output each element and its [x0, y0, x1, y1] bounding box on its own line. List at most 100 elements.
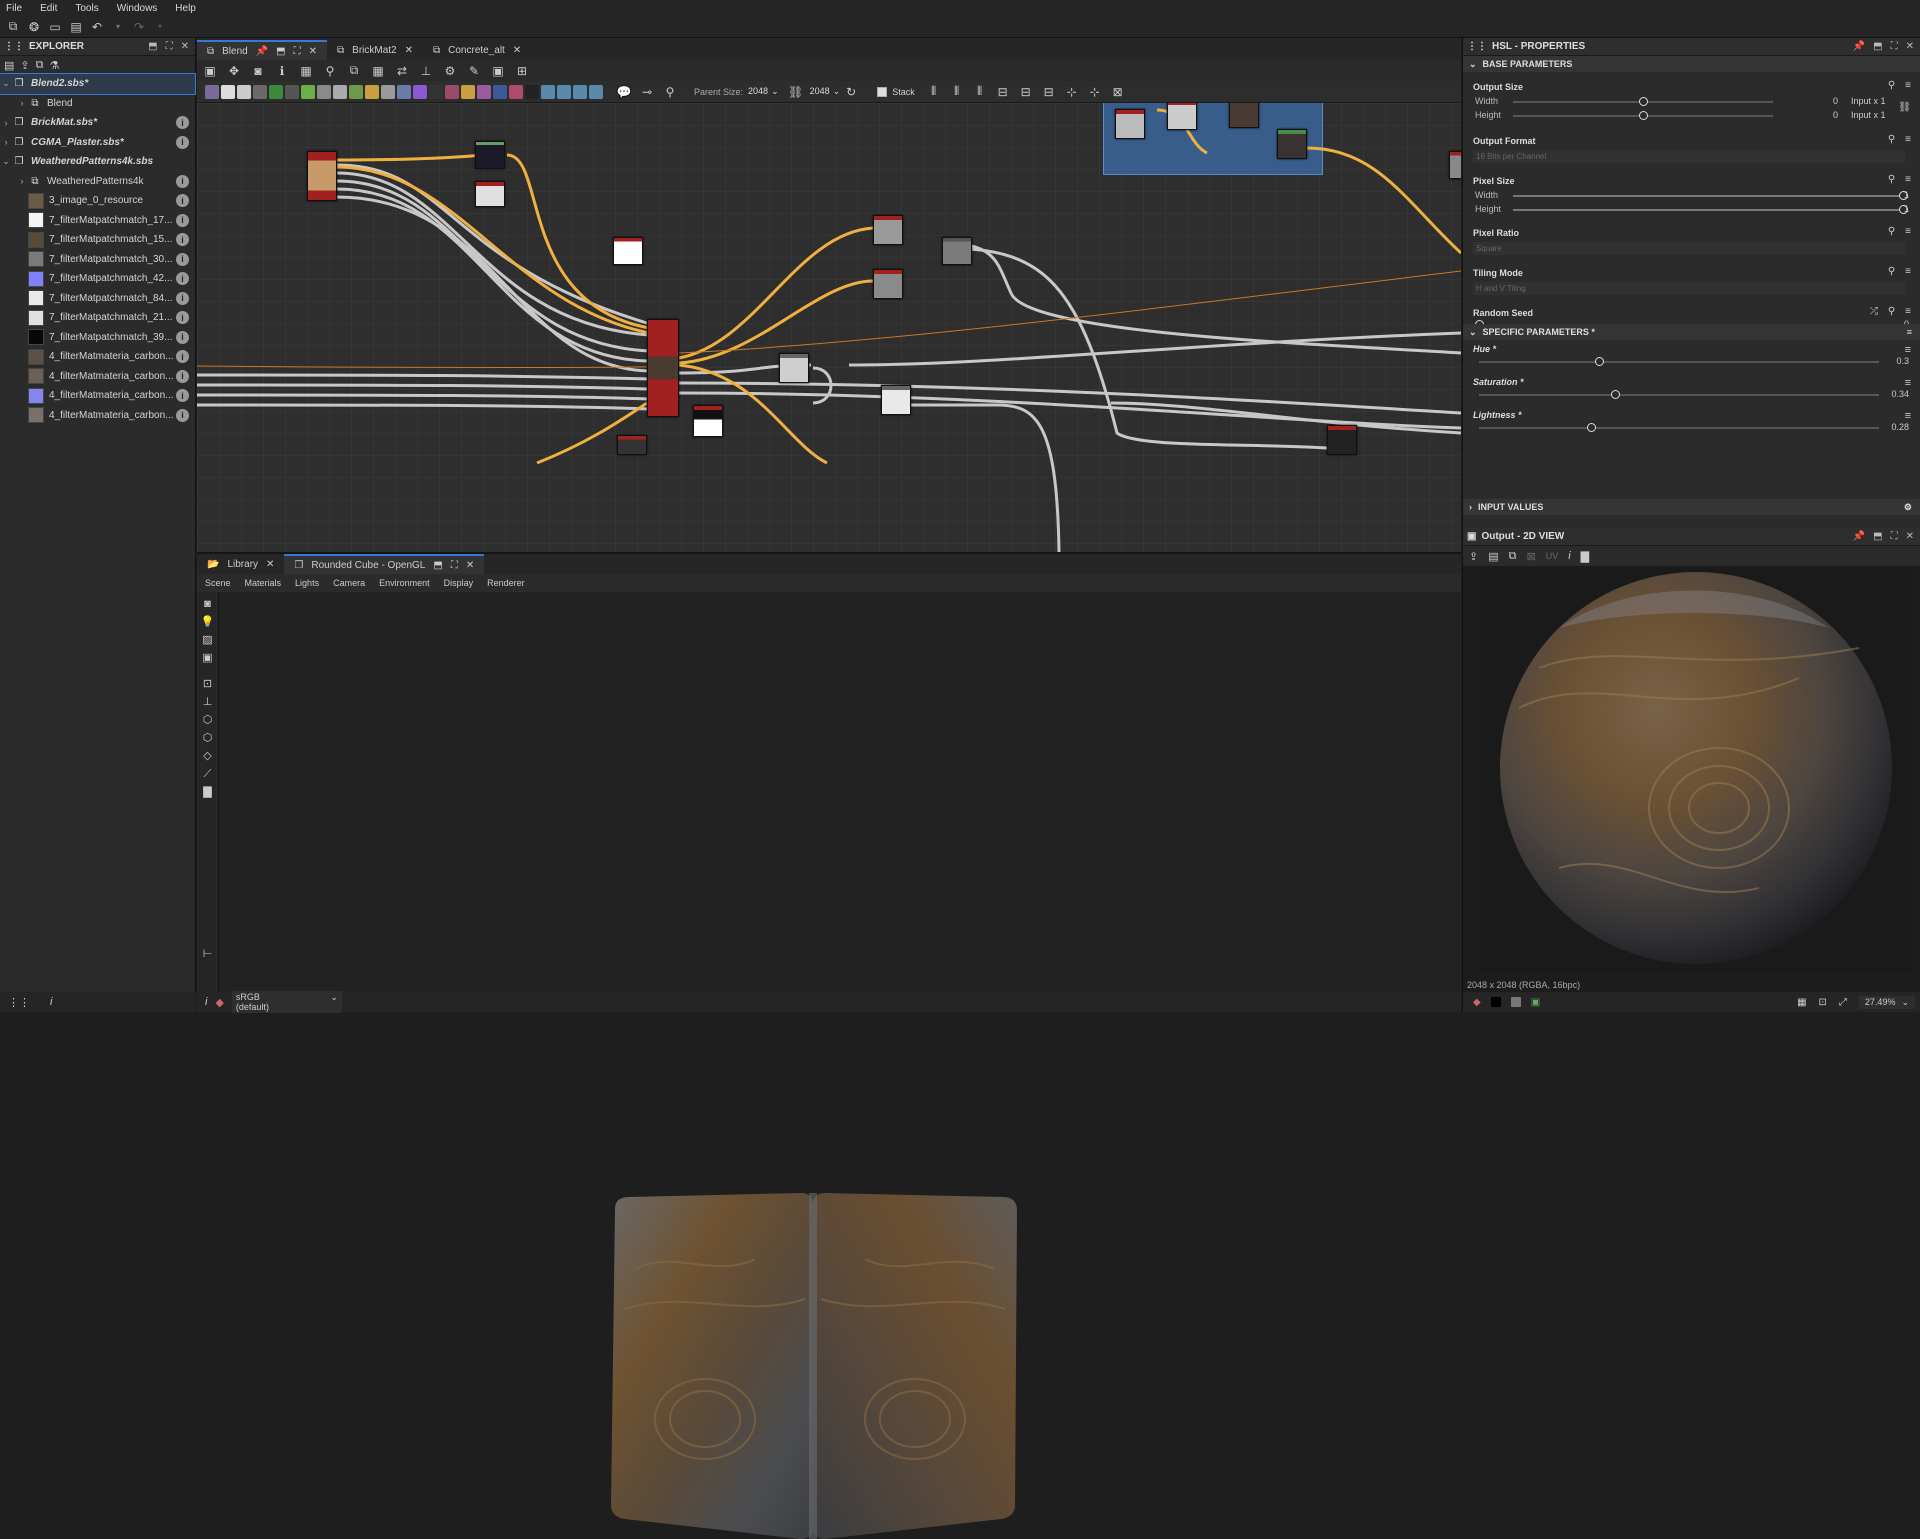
save-icon[interactable]: ▤: [67, 18, 85, 36]
output-width-mode[interactable]: Input x 1: [1843, 96, 1903, 106]
normal-icon[interactable]: [413, 84, 427, 99]
paint-icon[interactable]: [509, 84, 523, 99]
arrange-icon[interactable]: ⊹: [1086, 83, 1104, 101]
axis-gizmo-icon[interactable]: ⊢: [201, 948, 215, 960]
redo-dropdown-icon[interactable]: ▾: [151, 18, 169, 36]
menu-icon[interactable]: ≡: [1905, 410, 1911, 422]
parent-size-dropdown[interactable]: 2048 ⌄: [748, 86, 779, 97]
pin-icon[interactable]: 📌: [1853, 41, 1865, 52]
info-icon[interactable]: i: [176, 330, 189, 344]
graph-node[interactable]: [475, 181, 505, 207]
new-graph-icon[interactable]: ⧉: [36, 59, 44, 72]
menu-scene[interactable]: Scene: [205, 578, 231, 588]
graph-node[interactable]: [1277, 129, 1307, 159]
hsl-node-icon[interactable]: [365, 84, 379, 99]
histogram-icon[interactable]: ▇: [1581, 550, 1589, 563]
menu-icon[interactable]: ≡: [1905, 266, 1911, 277]
input-values-section[interactable]: › INPUT VALUES ⚙: [1463, 499, 1920, 515]
tree-item[interactable]: 7_filterMatpatchmatch_15... i: [0, 230, 195, 250]
menu-lights[interactable]: Lights: [295, 578, 319, 588]
frame-icon[interactable]: ▣: [201, 62, 219, 80]
open-folder-icon[interactable]: ▭: [46, 18, 64, 36]
tree-item[interactable]: 7_filterMatpatchmatch_39... i: [0, 328, 195, 348]
menu-icon[interactable]: ≡: [1907, 327, 1912, 337]
menu-tools[interactable]: Tools: [75, 3, 98, 14]
menu-edit[interactable]: Edit: [40, 3, 57, 14]
transform-node-icon[interactable]: [285, 84, 299, 99]
menu-icon[interactable]: ≡: [1905, 174, 1911, 185]
tab-concrete-alt[interactable]: ⧉ Concrete_alt ✕: [423, 40, 531, 60]
graph-node[interactable]: [1449, 151, 1461, 179]
tab-3d-view[interactable]: ❒ Rounded Cube - OpenGL ⬒ ⛶ ✕: [284, 554, 485, 574]
pixel-processor-icon[interactable]: [429, 84, 443, 99]
close-icon[interactable]: ✕: [266, 559, 274, 570]
output-height-mode[interactable]: Input x 1: [1843, 110, 1903, 120]
graph-node[interactable]: [881, 385, 911, 415]
new-graph-icon[interactable]: ⧉: [4, 18, 22, 36]
curve-icon[interactable]: [317, 84, 331, 99]
settings-icon[interactable]: ⚙: [1904, 502, 1912, 513]
text-node-icon[interactable]: [477, 84, 491, 99]
environment-icon[interactable]: ▨: [201, 634, 215, 646]
float-icon[interactable]: ⬒: [433, 560, 442, 571]
colorspace-dropdown[interactable]: sRGB (default) ⌄: [231, 991, 342, 1013]
pixel-width-slider[interactable]: [1513, 191, 1908, 200]
distribute-icon[interactable]: ⊟: [1040, 83, 1058, 101]
close-icon[interactable]: ✕: [466, 560, 474, 571]
search-icon[interactable]: ⚲: [321, 62, 339, 80]
close-icon[interactable]: ✕: [309, 46, 317, 57]
axis-icon[interactable]: ⊥: [201, 696, 215, 708]
distribute-v-icon[interactable]: ⊟: [1017, 83, 1035, 101]
tree-item[interactable]: › ❒ CGMA_Plaster.sbs* i: [0, 133, 195, 153]
chevron-down-icon[interactable]: ⌄: [0, 156, 12, 167]
graph-node[interactable]: [647, 319, 679, 417]
color-channel-icon[interactable]: ◆: [1473, 997, 1481, 1008]
pin-node-icon[interactable]: ⊸: [638, 83, 656, 101]
menu-icon[interactable]: ≡: [1905, 306, 1911, 317]
slider-knob[interactable]: [1595, 357, 1604, 366]
info-icon[interactable]: i: [176, 194, 189, 208]
tile-icon[interactable]: [557, 84, 571, 99]
slider-knob[interactable]: [1639, 111, 1648, 120]
box-icon[interactable]: ▣: [489, 62, 507, 80]
thumbtack-icon[interactable]: ⚲: [661, 83, 679, 101]
base-parameters-section[interactable]: ⌄ BASE PARAMETERS: [1463, 56, 1920, 72]
comment-bubble-icon[interactable]: 💬: [615, 83, 633, 101]
maximize-icon[interactable]: ⛶: [294, 46, 301, 57]
snap-icon[interactable]: ⊹: [1063, 83, 1081, 101]
tree-item[interactable]: 4_filterMatmateria_carbon... i: [0, 386, 195, 406]
chevron-right-icon[interactable]: ›: [0, 137, 12, 147]
info-icon[interactable]: i: [205, 996, 207, 1008]
graph-node[interactable]: [873, 269, 903, 299]
output-width-slider[interactable]: [1513, 97, 1773, 106]
output-height-slider[interactable]: [1513, 111, 1773, 120]
align-right-icon[interactable]: ⫴: [971, 83, 989, 101]
graph-node[interactable]: [617, 435, 647, 455]
save-icon[interactable]: ▤: [4, 59, 14, 72]
tree-item[interactable]: › ⧉ WeatheredPatterns4k i: [0, 172, 195, 192]
graph-node[interactable]: [613, 237, 643, 265]
tree-item[interactable]: 7_filterMatpatchmatch_42... i: [0, 269, 195, 289]
tree-item[interactable]: 4_filterMatmateria_carbon... i: [0, 406, 195, 426]
sharpen-icon[interactable]: [381, 84, 395, 99]
svg-icon[interactable]: [525, 84, 539, 99]
gradient-icon[interactable]: [301, 84, 315, 99]
pattern-icon[interactable]: [333, 84, 347, 99]
chevron-right-icon[interactable]: ›: [16, 176, 28, 186]
light-icon[interactable]: 💡: [201, 616, 215, 628]
publish-icon[interactable]: ⚗: [49, 59, 59, 72]
info-icon[interactable]: i: [176, 369, 189, 383]
hue-slider[interactable]: [1479, 357, 1879, 366]
output-format-dropdown[interactable]: 16 Bits per Channel: [1473, 150, 1905, 163]
close-icon[interactable]: ✕: [1906, 41, 1914, 52]
tree-item[interactable]: › ⧉ Blend: [0, 94, 195, 114]
info-icon[interactable]: i: [176, 135, 189, 149]
curve-rgb-icon[interactable]: [445, 84, 459, 99]
image-icon[interactable]: ▦: [297, 62, 315, 80]
menu-icon[interactable]: ≡: [1905, 344, 1911, 356]
connect-icon[interactable]: ⇄: [393, 62, 411, 80]
graph-node[interactable]: [779, 353, 809, 383]
info-icon[interactable]: ℹ: [273, 62, 291, 80]
slider-knob[interactable]: [1639, 97, 1648, 106]
info-icon[interactable]: i: [176, 291, 189, 305]
